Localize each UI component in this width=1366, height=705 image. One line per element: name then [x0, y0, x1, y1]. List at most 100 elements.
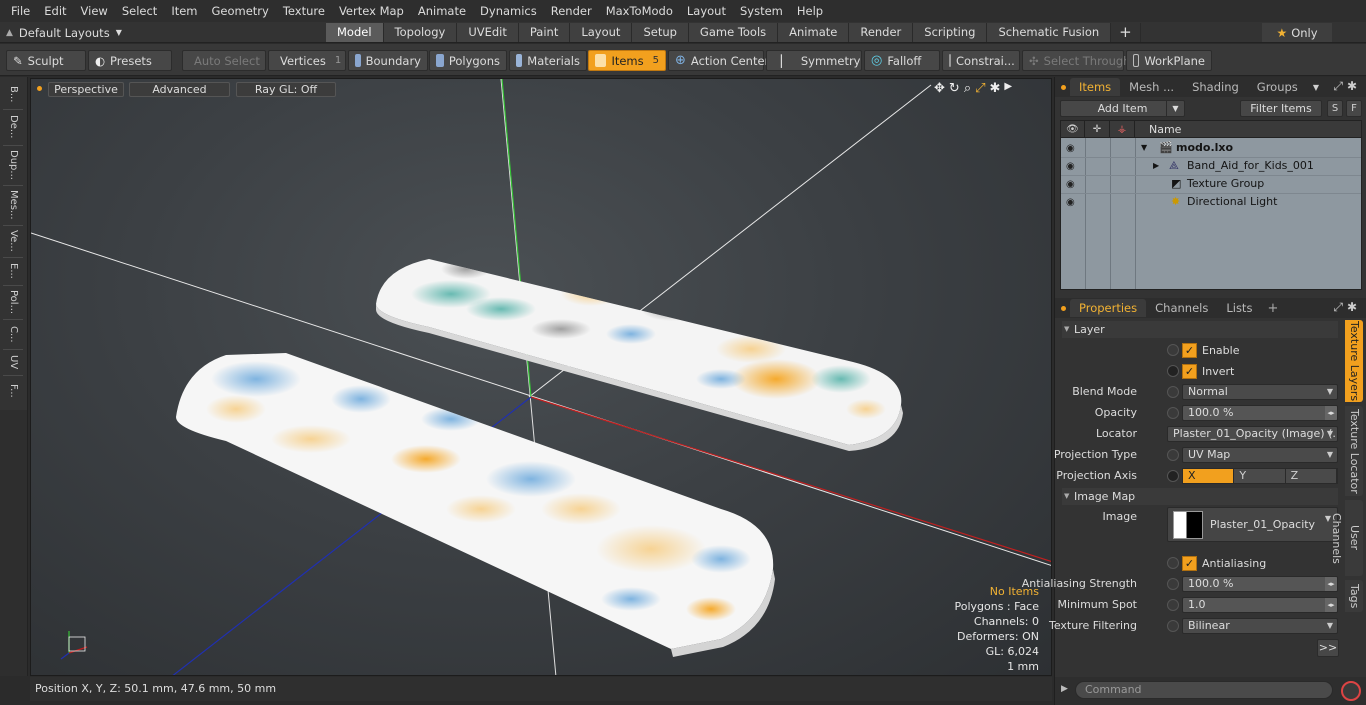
collapse-arrow-icon[interactable]: ▼: [1141, 139, 1147, 157]
menu-view[interactable]: View: [74, 4, 115, 18]
left-tab-basic[interactable]: B...: [4, 82, 22, 106]
list-item[interactable]: ◉ ✸ Directional Light: [1061, 193, 1361, 211]
menu-render[interactable]: Render: [544, 4, 599, 18]
add-tab-plus-icon[interactable]: +: [1111, 23, 1141, 42]
s-button[interactable]: S: [1327, 100, 1343, 117]
axis-x-button[interactable]: X: [1183, 469, 1235, 483]
tex-filter-radio[interactable]: [1167, 620, 1179, 632]
layer-section-header[interactable]: Layer: [1062, 321, 1338, 338]
f-button[interactable]: F: [1346, 100, 1362, 117]
slider-arrows-icon[interactable]: ◂▸: [1325, 577, 1337, 591]
tab-render[interactable]: Render: [849, 23, 914, 42]
antialiasing-checkbox[interactable]: ✓: [1182, 556, 1197, 571]
projection-type-select[interactable]: UV Map ▼: [1182, 447, 1338, 463]
invert-checkbox[interactable]: ✓: [1182, 364, 1197, 379]
aa-strength-radio[interactable]: [1167, 578, 1179, 590]
list-item[interactable]: ◉ ▶ ⟁ Band_Aid_for_Kids_001: [1061, 157, 1361, 175]
left-tab-uv[interactable]: UV: [4, 352, 22, 372]
visibility-eye-icon[interactable]: ◉: [1066, 158, 1075, 176]
opacity-field[interactable]: 100.0 % ◂▸: [1182, 405, 1338, 421]
menu-vertex-map[interactable]: Vertex Map: [332, 4, 411, 18]
fit-view-icon[interactable]: ⤢: [975, 81, 985, 96]
opacity-radio[interactable]: [1167, 407, 1179, 419]
auto-select-button[interactable]: Auto Select: [182, 50, 266, 71]
lock-icon[interactable]: ✛: [1085, 121, 1110, 138]
tab-game-tools[interactable]: Game Tools: [688, 23, 779, 42]
zoom-view-icon[interactable]: ⌕: [964, 81, 971, 96]
move-view-icon[interactable]: ✥: [934, 81, 945, 96]
filter-items-button[interactable]: Filter Items: [1240, 100, 1322, 117]
menu-select[interactable]: Select: [115, 4, 164, 18]
panel-window-icons[interactable]: ⤢✱: [1333, 300, 1361, 315]
tex-filter-select[interactable]: Bilinear ▼: [1182, 618, 1338, 634]
tab-properties[interactable]: Properties: [1070, 299, 1147, 317]
aa-strength-field[interactable]: 100.0 % ◂▸: [1182, 576, 1338, 592]
projection-axis-radio[interactable]: [1167, 470, 1179, 482]
record-macro-icon[interactable]: [1341, 681, 1361, 701]
left-tab-mesh-edit[interactable]: Mes...: [4, 188, 22, 222]
side-tab-tags[interactable]: Tags: [1345, 580, 1363, 612]
tab-channels[interactable]: Channels: [1146, 299, 1217, 317]
command-input[interactable]: Command: [1075, 681, 1333, 699]
materials-button[interactable]: Materials: [509, 50, 587, 71]
slider-arrows-icon[interactable]: ◂▸: [1325, 406, 1337, 420]
tab-layout[interactable]: Layout: [570, 23, 633, 42]
image-map-section-header[interactable]: Image Map: [1062, 488, 1338, 505]
menu-item[interactable]: Item: [164, 4, 204, 18]
list-item[interactable]: ◉ ▼ 🎬 modo.lxo: [1061, 139, 1361, 157]
menu-system[interactable]: System: [733, 4, 790, 18]
expand-arrow-icon[interactable]: ▶: [1153, 157, 1159, 175]
render-icon[interactable]: ⚶: [1110, 121, 1135, 138]
tab-lists[interactable]: Lists: [1217, 299, 1261, 317]
side-tab-texture-locator[interactable]: Texture Locator: [1345, 406, 1363, 496]
panel-window-icons[interactable]: ⤢✱: [1333, 79, 1361, 94]
left-tab-vertex[interactable]: Ve...: [4, 228, 22, 254]
panel-menu-dot[interactable]: [1061, 84, 1066, 90]
visibility-eye-icon[interactable]: ◉: [1066, 194, 1075, 212]
menu-geometry[interactable]: Geometry: [205, 4, 276, 18]
3d-viewport[interactable]: Perspective Advanced Ray GL: Off ✥ ↻ ⌕ ⤢…: [30, 78, 1052, 676]
raygl-button[interactable]: Ray GL: Off: [236, 82, 336, 97]
min-spot-radio[interactable]: [1167, 599, 1179, 611]
blend-mode-radio[interactable]: [1167, 386, 1179, 398]
invert-radio[interactable]: [1167, 365, 1179, 377]
tab-items[interactable]: Items: [1070, 78, 1121, 96]
command-history-arrow-icon[interactable]: ▶: [1061, 684, 1068, 694]
perspective-button[interactable]: Perspective: [48, 82, 124, 97]
slider-arrows-icon[interactable]: ◂▸: [1325, 598, 1337, 612]
vertices-button[interactable]: Vertices 1: [268, 50, 346, 71]
add-tab-plus-icon[interactable]: +: [1267, 301, 1278, 316]
tab-topology[interactable]: Topology: [383, 23, 458, 42]
items-button[interactable]: Items 5: [588, 50, 666, 71]
visibility-eye-icon[interactable]: ◉: [1066, 176, 1075, 194]
sculpt-button[interactable]: ✎ Sculpt: [6, 50, 86, 71]
left-tab-edge[interactable]: E...: [4, 260, 22, 282]
tab-scripting[interactable]: Scripting: [913, 23, 988, 42]
axis-z-button[interactable]: Z: [1285, 469, 1337, 483]
tab-model[interactable]: Model: [326, 23, 384, 42]
rotate-view-icon[interactable]: ↻: [949, 81, 960, 96]
symmetry-button[interactable]: ▕ Symmetry: [766, 50, 862, 71]
list-item[interactable]: ◉ ◩ Texture Group: [1061, 175, 1361, 193]
action-center-button[interactable]: ⊕ Action Center: [668, 50, 769, 71]
chevron-down-icon[interactable]: ▼: [1166, 101, 1184, 116]
presets-button[interactable]: ◐ Presets: [88, 50, 172, 71]
tab-schematic-fusion[interactable]: Schematic Fusion: [987, 23, 1112, 42]
locator-select[interactable]: Plaster_01_Opacity (Image) (... ▼: [1167, 426, 1338, 442]
tab-mesh[interactable]: Mesh ...: [1120, 78, 1183, 96]
add-item-button[interactable]: Add Item ▼: [1060, 100, 1185, 117]
advanced-button[interactable]: Advanced: [129, 82, 230, 97]
visibility-eye-icon[interactable]: ◉: [1066, 140, 1075, 158]
menu-file[interactable]: File: [4, 4, 37, 18]
gear-icon[interactable]: ✱: [990, 81, 1001, 96]
tab-paint[interactable]: Paint: [518, 23, 571, 42]
tab-uvedit[interactable]: UVEdit: [457, 23, 519, 42]
menu-dynamics[interactable]: Dynamics: [473, 4, 544, 18]
left-tab-deform[interactable]: De...: [4, 112, 22, 142]
workplane-button[interactable]: WorkPlane: [1126, 50, 1212, 71]
tab-setup[interactable]: Setup: [632, 23, 689, 42]
only-button[interactable]: ★ Only: [1262, 23, 1332, 42]
play-arrow-icon[interactable]: ▶: [1004, 81, 1012, 96]
select-through-button[interactable]: ✣ Select Through: [1022, 50, 1130, 71]
falloff-button[interactable]: ◎ Falloff: [864, 50, 940, 71]
